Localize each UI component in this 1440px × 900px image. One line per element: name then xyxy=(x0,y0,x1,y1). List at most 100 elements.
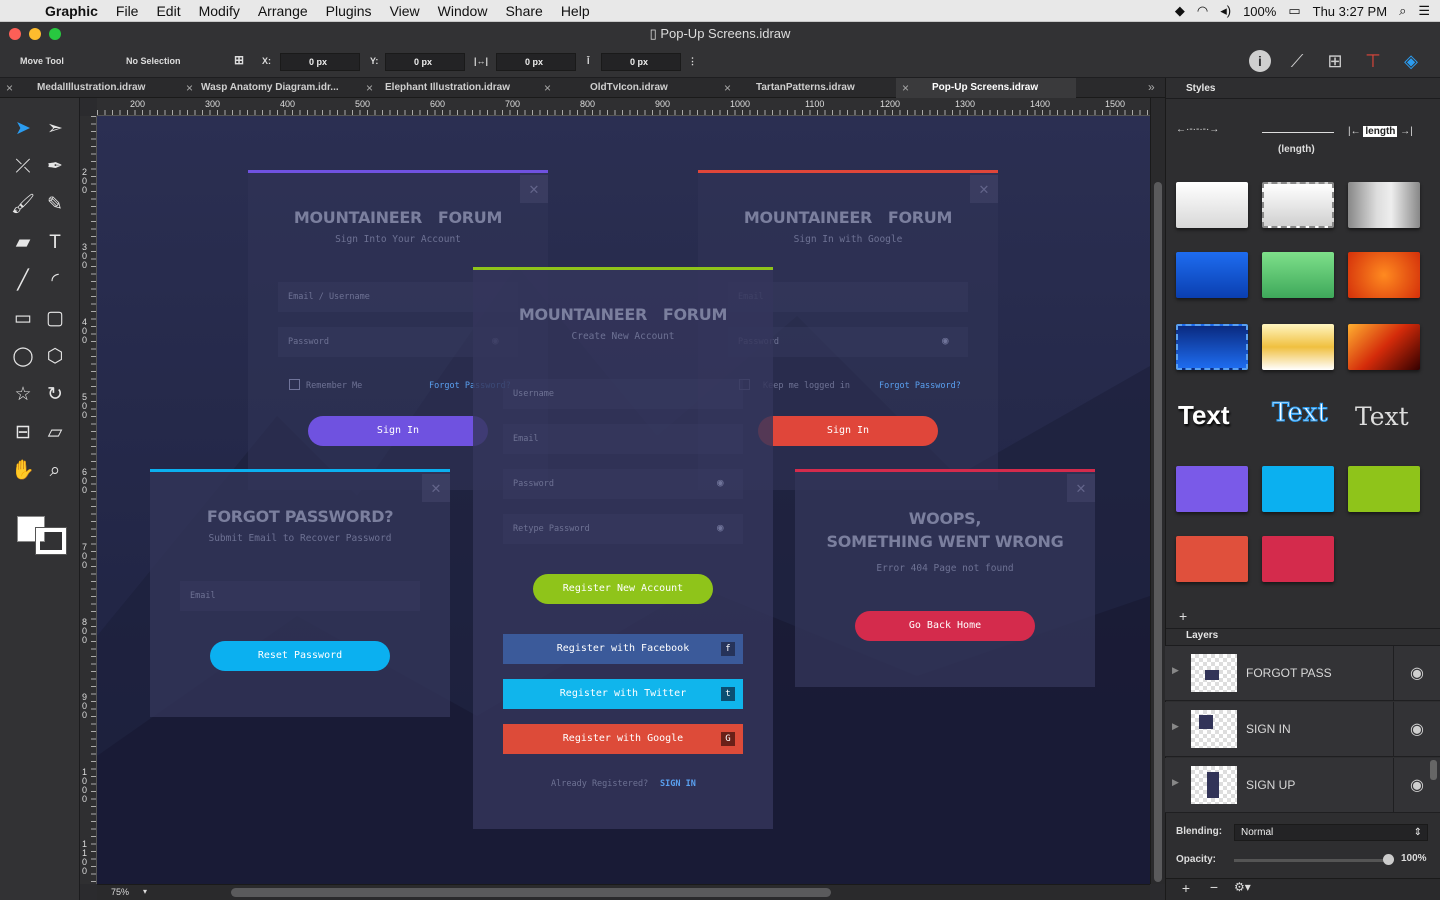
vertical-scrollbar[interactable] xyxy=(1150,98,1165,884)
password-field[interactable]: Password xyxy=(503,469,743,499)
horizontal-scrollbar[interactable]: 75% ▾ xyxy=(97,884,1150,900)
tab-wasp[interactable]: × Wasp Anatomy Diagram.idr... xyxy=(180,78,360,98)
lock-ratio-icon[interactable]: ⋮ xyxy=(688,56,697,67)
menu-file[interactable]: File xyxy=(107,3,148,19)
tab-oldtv[interactable]: × OldTvIcon.idraw xyxy=(538,78,718,98)
eye-icon[interactable]: ◉ xyxy=(717,521,724,534)
rounded-rectangle-icon[interactable]: ▢ xyxy=(42,306,68,332)
length-dimension-style[interactable]: |← length →| xyxy=(1348,126,1413,137)
shear-icon[interactable]: ▱ xyxy=(42,420,68,446)
close-tab-icon[interactable]: × xyxy=(544,78,551,98)
volume-icon[interactable]: ◂) xyxy=(1220,3,1231,19)
menu-app[interactable]: Graphic xyxy=(36,3,107,19)
menu-view[interactable]: View xyxy=(381,3,429,19)
close-icon[interactable]: ✕ xyxy=(422,474,450,502)
style-swatch-lime[interactable] xyxy=(1348,466,1420,512)
close-window-button[interactable] xyxy=(9,28,21,40)
wifi-icon[interactable]: ◠ xyxy=(1197,3,1208,19)
layer-settings-icon[interactable]: ⚙▾ xyxy=(1234,880,1251,894)
tab-elephant[interactable]: × Elephant Illustration.idraw xyxy=(360,78,540,98)
style-swatch-cyan[interactable] xyxy=(1262,466,1334,512)
zoom-level[interactable]: 75% xyxy=(111,887,129,897)
forgot-password-card[interactable]: ✕ FORGOT PASSWORD? Submit Email to Recov… xyxy=(150,469,450,717)
menu-arrange[interactable]: Arrange xyxy=(249,3,317,19)
spotlight-icon[interactable]: ⌕ xyxy=(1399,3,1406,19)
close-tab-icon[interactable]: × xyxy=(902,78,909,98)
username-field[interactable]: Username xyxy=(503,379,743,409)
y-field[interactable]: 0 px xyxy=(385,53,465,71)
sign-in-button[interactable]: Sign In xyxy=(308,416,488,446)
style-swatch-blue[interactable] xyxy=(1176,252,1248,298)
scroll-thumb[interactable] xyxy=(1154,182,1162,882)
error-card[interactable]: ✕ WOOPS, SOMETHING WENT WRONG Error 404 … xyxy=(795,469,1095,687)
menu-modify[interactable]: Modify xyxy=(190,3,249,19)
hand-icon[interactable]: ✋ xyxy=(10,458,36,484)
layer-name[interactable]: FORGOT PASS xyxy=(1246,666,1332,680)
eye-icon[interactable]: ◉ xyxy=(717,476,724,489)
canvas[interactable]: ✕ MOUNTAINEER FORUM Sign Into Your Accou… xyxy=(97,116,1150,884)
select-arrow-icon[interactable]: ➤ xyxy=(10,116,36,142)
close-tab-icon[interactable]: × xyxy=(186,78,193,98)
style-swatch-fire[interactable] xyxy=(1348,324,1420,370)
tab-popup-screens[interactable]: × Pop-Up Screens.idraw xyxy=(896,78,1076,98)
line-icon[interactable]: ╱ xyxy=(10,268,36,294)
menu-window[interactable]: Window xyxy=(429,3,497,19)
ellipse-icon[interactable]: ◯ xyxy=(10,344,36,370)
layer-row[interactable]: ▶ FORGOT PASS ◉ xyxy=(1165,646,1440,701)
register-google-button[interactable]: Register with Google G xyxy=(503,724,743,754)
style-swatch-silver[interactable] xyxy=(1348,182,1420,228)
dropbox-icon[interactable]: ◆ xyxy=(1175,3,1185,19)
visibility-eye-icon[interactable]: ◉ xyxy=(1393,702,1440,757)
menu-edit[interactable]: Edit xyxy=(147,3,189,19)
add-style-button[interactable]: + xyxy=(1179,608,1187,624)
style-brush-icon[interactable]: ⊤ xyxy=(1362,50,1384,72)
reset-password-button[interactable]: Reset Password xyxy=(210,641,390,671)
style-swatch-deep-blue[interactable] xyxy=(1176,324,1248,370)
notification-icon[interactable]: ☰ xyxy=(1418,3,1430,19)
menu-plugins[interactable]: Plugins xyxy=(317,3,381,19)
layer-row[interactable]: ▶ SIGN IN ◉ xyxy=(1165,702,1440,757)
x-field[interactable]: 0 px xyxy=(280,53,360,71)
style-swatch-crimson[interactable] xyxy=(1262,536,1334,582)
sign-in-button[interactable]: Sign In xyxy=(758,416,938,446)
register-button[interactable]: Register New Account xyxy=(533,574,713,604)
scroll-thumb[interactable] xyxy=(231,888,831,897)
sign-in-link[interactable]: SIGN IN xyxy=(660,779,696,789)
text-style-outlined[interactable]: Text xyxy=(1272,398,1329,429)
opacity-slider[interactable] xyxy=(1234,859,1389,862)
layer-name[interactable]: SIGN IN xyxy=(1246,722,1291,736)
layer-name[interactable]: SIGN UP xyxy=(1246,778,1295,792)
text-tool-icon[interactable]: T xyxy=(42,230,68,256)
pencil-icon[interactable]: ✎ xyxy=(42,192,68,218)
disclosure-arrow-icon[interactable]: ▶ xyxy=(1172,777,1179,788)
pen-icon[interactable]: ✒ xyxy=(42,154,68,180)
eye-icon[interactable]: ◉ xyxy=(942,334,949,347)
style-swatch-purple[interactable] xyxy=(1176,466,1248,512)
close-icon[interactable]: ✕ xyxy=(1067,474,1095,502)
star-icon[interactable]: ☆ xyxy=(10,382,36,408)
clock[interactable]: Thu 3:27 PM xyxy=(1313,4,1387,19)
text-style-bold[interactable]: Text xyxy=(1178,400,1230,431)
close-tab-icon[interactable]: × xyxy=(6,78,13,98)
direct-select-icon[interactable]: ➣ xyxy=(42,116,68,142)
visibility-eye-icon[interactable]: ◉ xyxy=(1393,646,1440,701)
add-layer-button[interactable]: + xyxy=(1176,880,1196,896)
style-swatch-orange[interactable] xyxy=(1348,252,1420,298)
tab-medal[interactable]: × MedalIllustration.idraw xyxy=(0,78,180,98)
email-field[interactable]: Email xyxy=(180,581,420,611)
polygon-icon[interactable]: ⬡ xyxy=(42,344,68,370)
register-card[interactable]: MOUNTAINEER FORUM Create New Account Use… xyxy=(473,267,773,829)
eraser-icon[interactable]: ▰ xyxy=(10,230,36,256)
text-style-serif[interactable]: Text xyxy=(1355,402,1409,431)
tab-tartan[interactable]: × TartanPatterns.idraw xyxy=(718,78,898,98)
style-swatch-red[interactable] xyxy=(1176,536,1248,582)
zoom-dropdown-icon[interactable]: ▾ xyxy=(143,887,147,896)
dashed-arrow-style[interactable]: ←·-·-·-·→ xyxy=(1176,124,1248,135)
battery-text[interactable]: 100% xyxy=(1243,4,1276,19)
length-line-style[interactable] xyxy=(1262,132,1334,133)
style-swatch-green[interactable] xyxy=(1262,252,1334,298)
arc-icon[interactable]: ◜ xyxy=(42,268,68,294)
close-icon[interactable]: ✕ xyxy=(520,175,548,203)
retype-password-field[interactable]: Retype Password xyxy=(503,514,743,544)
zoom-icon[interactable]: ⌕ xyxy=(42,458,68,484)
